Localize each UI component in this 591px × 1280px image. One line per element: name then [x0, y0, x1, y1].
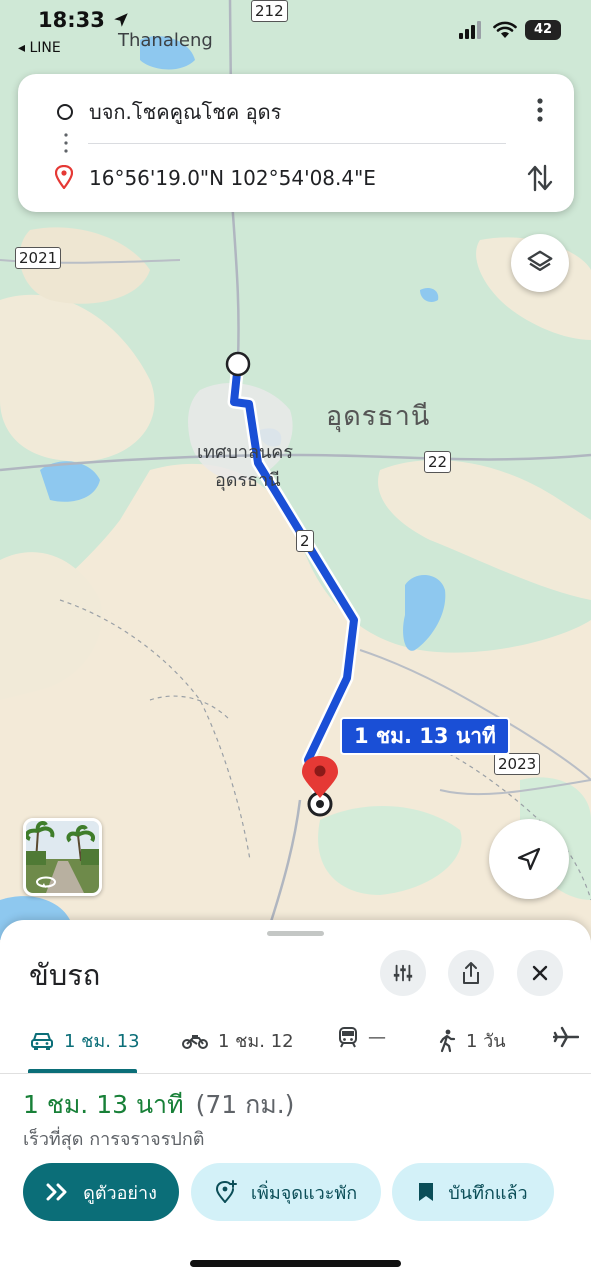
my-location-button[interactable]: [489, 819, 569, 899]
close-button[interactable]: [517, 950, 563, 996]
share-icon: [463, 962, 479, 984]
status-bar: 18:33 ◂ LINE 42: [0, 0, 591, 60]
bookmark-icon: [419, 1183, 434, 1201]
car-icon: [31, 1032, 53, 1050]
add-stop-button[interactable]: เพิ่มจุดแวะพัก: [191, 1163, 381, 1221]
tab-motorcycle[interactable]: 1 ชม. 12: [182, 1026, 294, 1055]
tab-walk-label: 1 วัน: [466, 1031, 506, 1052]
place-label-city-line1: เทศบาลนคร: [197, 442, 294, 463]
route-origin-marker[interactable]: [224, 350, 252, 378]
status-icons: 42: [459, 20, 561, 40]
route-subtitle: เร็วที่สุด การจราจรปกติ: [23, 1129, 205, 1150]
tab-transit[interactable]: —: [338, 1026, 386, 1048]
destination-row[interactable]: 16°56'19.0"N 102°54'08.4"E: [18, 148, 574, 208]
add-location-icon: [215, 1180, 237, 1203]
origin-field[interactable]: บจก.โชคคูณโชค อุดร: [89, 96, 281, 128]
layers-icon: [527, 250, 553, 271]
destination-marker-icon: [55, 165, 73, 189]
tab-flight[interactable]: [553, 1026, 579, 1048]
preview-button[interactable]: ดูตัวอย่าง: [23, 1163, 179, 1221]
status-time-text: 18:33: [38, 8, 105, 32]
street-view-thumbnail[interactable]: [23, 818, 102, 896]
route-duration-label[interactable]: 1 ชม. 13 นาที: [340, 717, 510, 755]
route-options-button[interactable]: [380, 950, 426, 996]
divider: [88, 143, 506, 144]
preview-label: ดูตัวอย่าง: [83, 1182, 157, 1204]
swap-direction-icon[interactable]: [526, 162, 554, 194]
tune-icon: [393, 964, 413, 982]
navigation-arrow-icon: [517, 847, 541, 871]
battery-icon: 42: [525, 20, 561, 40]
destination-field[interactable]: 16°56'19.0"N 102°54'08.4"E: [89, 166, 376, 190]
origin-row[interactable]: บจก.โชคคูณโชค อุดร: [18, 78, 574, 138]
transit-icon: [339, 1027, 357, 1048]
place-label-province: อุดรธานี: [326, 401, 431, 432]
cellular-signal-icon: [459, 21, 481, 39]
saved-label: บันทึกแล้ว: [448, 1182, 528, 1204]
status-time: 18:33: [38, 8, 130, 32]
duration-text: 1 ชม. 13 นาที: [23, 1090, 184, 1119]
destination-pin-icon[interactable]: [298, 756, 342, 820]
origin-circle-icon: [57, 104, 73, 120]
tab-drive[interactable]: 1 ชม. 13: [30, 1026, 140, 1055]
route-shield-2021: 2021: [15, 247, 62, 269]
saved-button[interactable]: บันทึกแล้ว: [392, 1163, 554, 1221]
double-chevron-icon: [46, 1183, 67, 1201]
directions-search-card: บจก.โชคคูณโชค อุดร 16°56'19.0"N 102°54'0…: [18, 74, 574, 212]
route-shield-2: 2: [296, 530, 314, 552]
home-indicator: [190, 1260, 401, 1267]
route-shield-22: 22: [424, 451, 452, 473]
add-stop-label: เพิ่มจุดแวะพัก: [250, 1182, 358, 1204]
flight-icon: [553, 1026, 579, 1048]
share-button[interactable]: [448, 950, 494, 996]
walking-icon: [439, 1029, 456, 1052]
place-label-city-line2: อุดรธานี: [215, 470, 281, 491]
tab-transit-label: —: [368, 1026, 386, 1048]
route-shield-2023: 2023: [494, 753, 541, 775]
tab-walk[interactable]: 1 วัน: [438, 1026, 506, 1055]
layers-button[interactable]: [511, 234, 569, 292]
tab-drive-label: 1 ชม. 13: [64, 1031, 140, 1052]
active-tab-indicator: [28, 1069, 137, 1073]
tab-motorcycle-label: 1 ชม. 12: [218, 1031, 294, 1052]
sheet-title: ขับรถ: [29, 958, 101, 992]
directions-bottom-sheet: ขับรถ 1 ชม. 13 1 ชม. 12 — 1 วัน 1 ชม. 13…: [0, 920, 591, 1280]
sheet-drag-handle[interactable]: [267, 931, 324, 936]
rotate-360-icon: [36, 876, 56, 888]
wifi-icon: [493, 21, 517, 38]
travel-mode-tabs: 1 ชม. 13 1 ชม. 12 — 1 วัน: [0, 1012, 591, 1074]
location-arrow-icon: [114, 13, 128, 27]
close-icon: [532, 965, 548, 981]
distance-text: (71 กม.): [195, 1090, 295, 1119]
motorcycle-icon: [182, 1034, 208, 1049]
more-options-icon[interactable]: [528, 96, 552, 124]
back-to-app-link[interactable]: ◂ LINE: [18, 40, 61, 56]
route-duration: 1 ชม. 13 นาที (71 กม.): [23, 1085, 294, 1125]
